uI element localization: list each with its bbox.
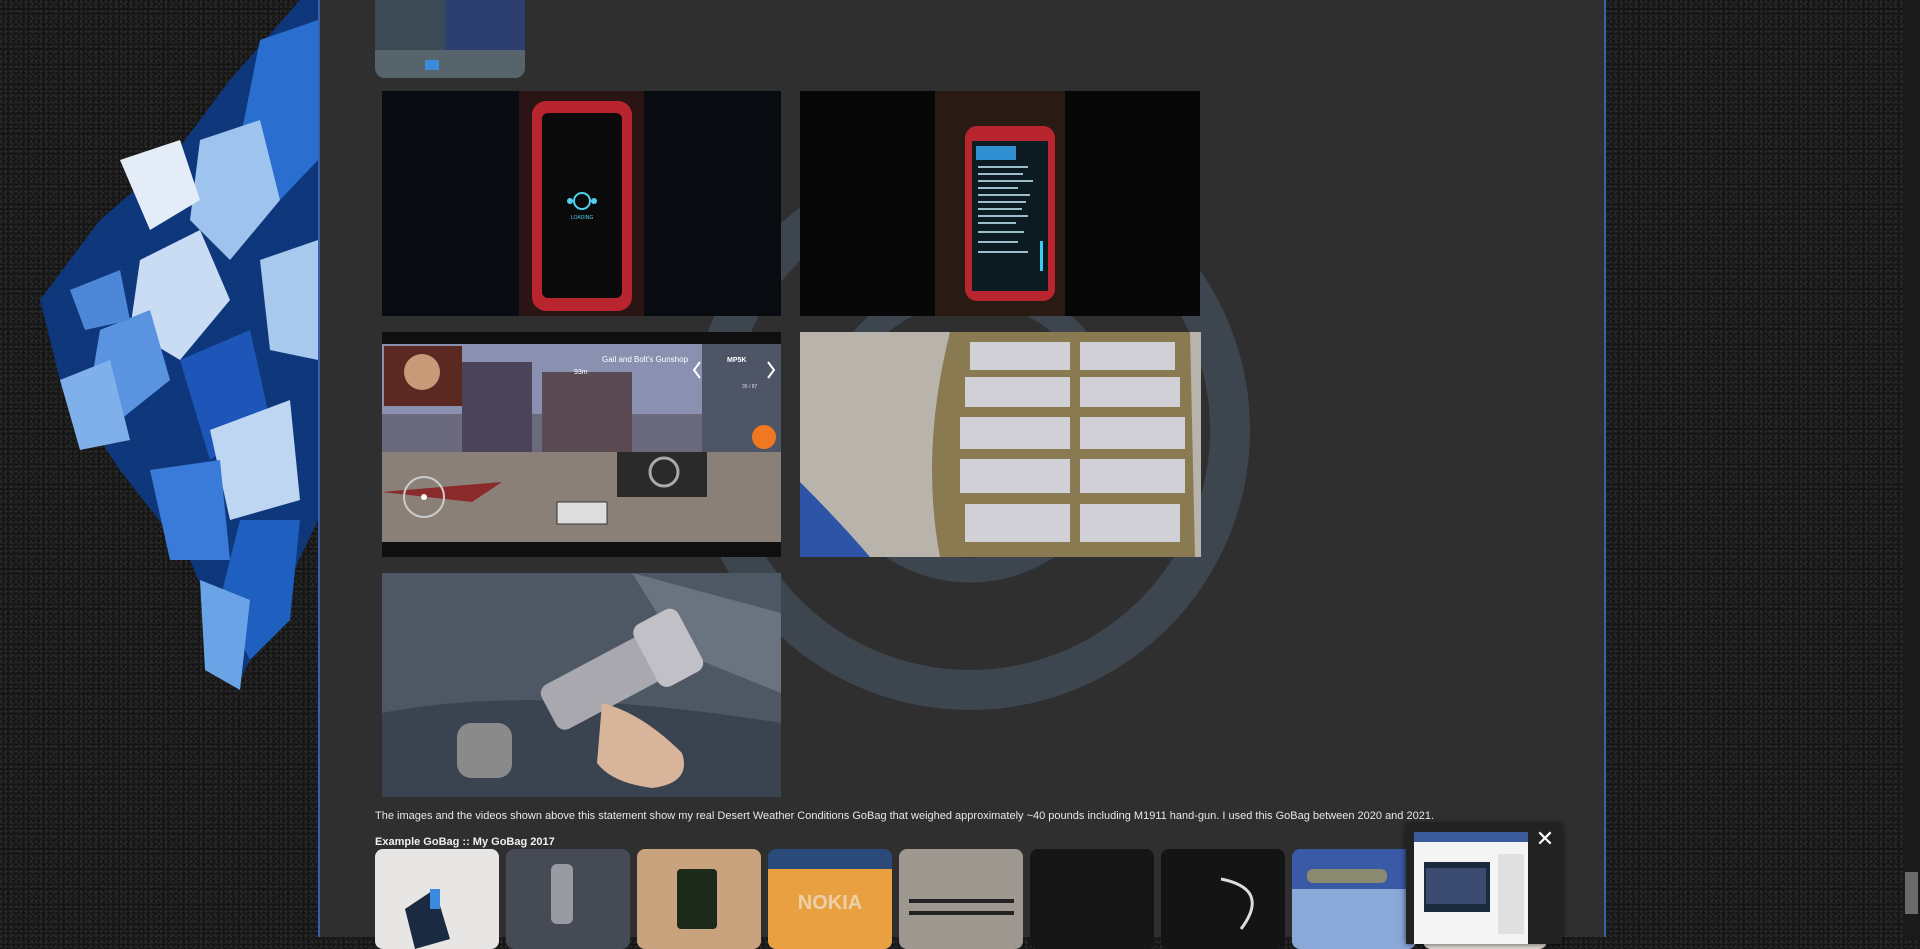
screenshot-preview-popup: ✕ (1406, 824, 1562, 944)
gallery-thumbnail[interactable] (506, 849, 630, 949)
thumbnail-image (506, 849, 630, 949)
gallery-thumbnail[interactable] (1161, 849, 1285, 949)
photo-image (375, 0, 525, 78)
photo-flashlight[interactable] (382, 573, 781, 797)
gobag-caption: The images and the videos shown above th… (375, 810, 1435, 822)
photo-partial-top[interactable] (375, 0, 525, 78)
gallery-thumbnail[interactable] (1030, 849, 1154, 949)
scrollbar-thumb[interactable] (1905, 872, 1918, 914)
gallery-title: Example GoBag :: My GoBag 2017 (375, 836, 555, 848)
thumbnail-image (899, 849, 1023, 949)
main-content-panel: LOADING Gail and Bolt's Gunshop MP5K 93m… (318, 0, 1606, 949)
thumbnail-image (375, 849, 499, 949)
gallery-thumbnail[interactable] (375, 849, 499, 949)
gallery-thumbnail[interactable] (1292, 849, 1416, 949)
game-ammo-label: 35 / 87 (742, 384, 758, 390)
boot-label: LOADING (571, 215, 594, 221)
photo-boot-sole[interactable] (800, 332, 1201, 557)
nokia-watermark-text: NOKIA (798, 892, 862, 914)
photo-phone-booting[interactable]: LOADING (382, 91, 781, 316)
thumbnail-image (1292, 849, 1416, 949)
game-weapon-label: MP5K (727, 357, 746, 364)
gallery-thumbnail[interactable] (899, 849, 1023, 949)
blue-shards-decoration (40, 0, 318, 690)
photo-phone-recovery[interactable] (800, 91, 1200, 316)
photo-game-screenshot[interactable]: Gail and Bolt's Gunshop MP5K 93m 35 / 87 (382, 332, 781, 557)
thumbnail-image (1161, 849, 1285, 949)
photo-image: Gail and Bolt's Gunshop MP5K 93m 35 / 87 (382, 332, 781, 557)
gallery-thumbnail[interactable]: NOKIA (768, 849, 892, 949)
thumbnail-image (637, 849, 761, 949)
background-artwork (0, 0, 318, 937)
game-shop-label: Gail and Bolt's Gunshop (602, 355, 689, 364)
page-scrollbar[interactable] (1903, 0, 1920, 937)
close-popup-button[interactable]: ✕ (1528, 824, 1562, 854)
gallery-thumbnail[interactable] (637, 849, 761, 949)
photo-image: LOADING (382, 91, 781, 316)
photo-image (800, 91, 1200, 316)
game-distance-label: 93m (574, 369, 588, 376)
thumbnail-image (1030, 849, 1154, 949)
photo-image (382, 573, 781, 797)
photo-image (800, 332, 1201, 557)
thumbnail-image: NOKIA (768, 849, 892, 949)
